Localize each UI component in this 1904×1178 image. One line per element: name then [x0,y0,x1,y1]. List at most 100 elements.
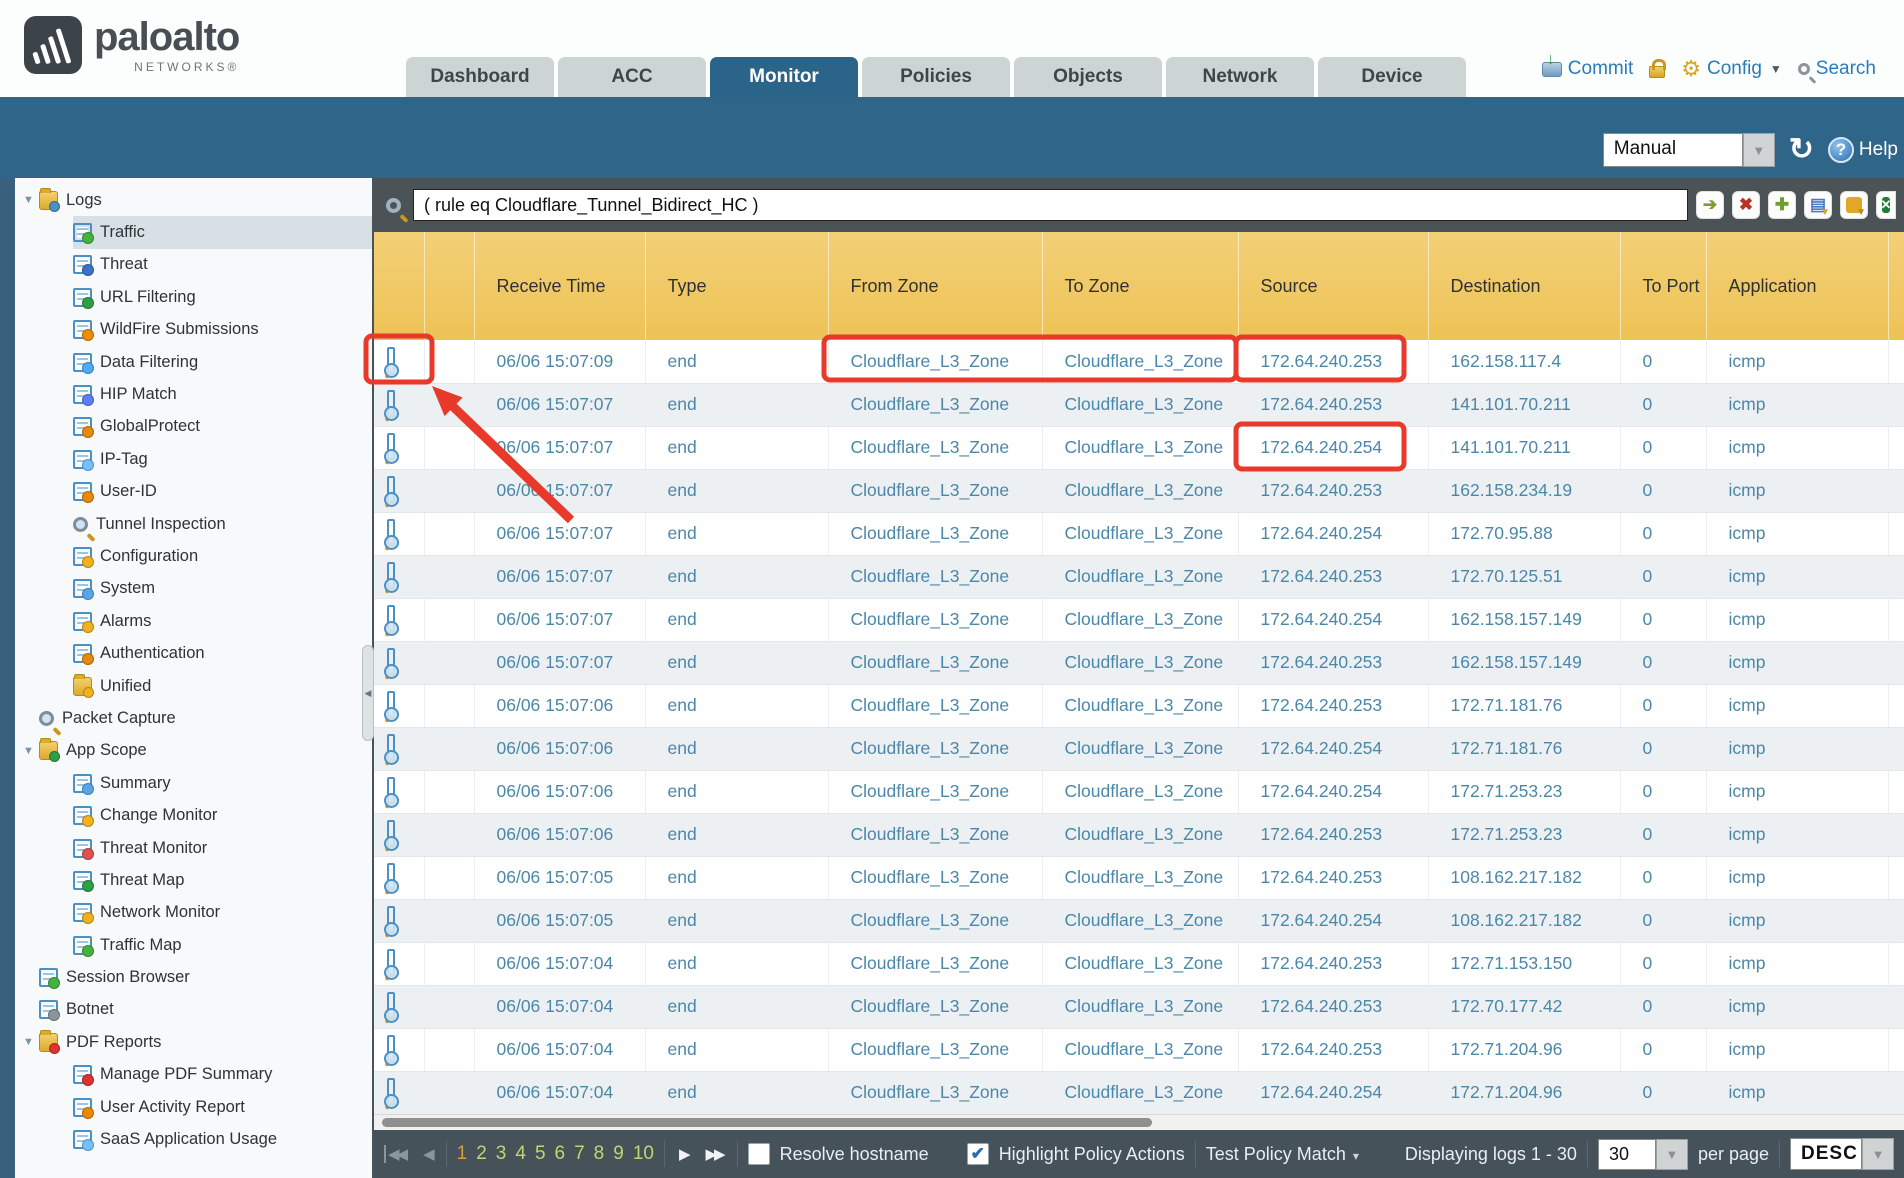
log-row[interactable]: 06/06 15:07:07endCloudflare_L3_ZoneCloud… [374,598,1904,641]
to-port-cell[interactable]: 0 [1620,770,1706,813]
blank-cell[interactable] [424,727,474,770]
column-header-a[interactable]: A [1888,232,1904,340]
to-port-cell[interactable]: 0 [1620,340,1706,383]
tab-acc[interactable]: ACC [558,57,706,97]
column-header-source[interactable]: Source [1238,232,1428,340]
expand-arrow-icon[interactable]: ▼ [23,194,39,206]
search-button[interactable]: Search [1798,58,1876,80]
to-port-cell[interactable]: 0 [1620,426,1706,469]
to-port-cell[interactable]: 0 [1620,985,1706,1028]
first-page-button[interactable]: ◀◀ [384,1145,409,1163]
tab-objects[interactable]: Objects [1014,57,1162,97]
from-zone-cell[interactable]: Cloudflare_L3_Zone [828,856,1042,899]
action-cell[interactable]: a [1888,856,1904,899]
sidebar-item-network-monitor[interactable]: Network Monitor [73,897,372,929]
action-cell[interactable]: a [1888,383,1904,426]
log-detail-icon[interactable] [387,562,395,590]
blank-cell[interactable] [424,985,474,1028]
sidebar-item-system[interactable]: System [73,573,372,605]
log-row[interactable]: 06/06 15:07:07endCloudflare_L3_ZoneCloud… [374,426,1904,469]
log-detail-icon[interactable] [387,734,395,762]
type-cell[interactable]: end [645,727,828,770]
source-cell[interactable]: 172.64.240.253 [1238,942,1428,985]
resolve-hostname-checkbox[interactable] [748,1143,770,1165]
apply-filter-button[interactable]: ➔ [1696,191,1724,219]
column-header-to-port[interactable]: To Port [1620,232,1706,340]
source-cell[interactable]: 172.64.240.254 [1238,899,1428,942]
to-port-cell[interactable]: 0 [1620,383,1706,426]
sidebar-item-user-id[interactable]: User-ID [73,476,372,508]
type-cell[interactable]: end [645,1028,828,1071]
tab-monitor[interactable]: Monitor [710,57,858,97]
action-cell[interactable]: a [1888,1071,1904,1114]
log-row[interactable]: 06/06 15:07:06endCloudflare_L3_ZoneCloud… [374,684,1904,727]
to-zone-cell[interactable]: Cloudflare_L3_Zone [1042,727,1238,770]
from-zone-cell[interactable]: Cloudflare_L3_Zone [828,340,1042,383]
receive-time-cell[interactable]: 06/06 15:07:04 [474,1071,645,1114]
source-cell[interactable]: 172.64.240.254 [1238,598,1428,641]
sidebar-item-configuration[interactable]: Configuration [73,540,372,572]
blank-cell[interactable] [424,641,474,684]
refresh-icon[interactable]: ↻ [1789,135,1814,165]
source-cell[interactable]: 172.64.240.254 [1238,727,1428,770]
destination-cell[interactable]: 162.158.157.149 [1428,598,1620,641]
blank-cell[interactable] [424,383,474,426]
application-cell[interactable]: icmp [1706,942,1888,985]
sidebar-item-summary[interactable]: Summary [73,767,372,799]
from-zone-cell[interactable]: Cloudflare_L3_Zone [828,512,1042,555]
from-zone-cell[interactable]: Cloudflare_L3_Zone [828,985,1042,1028]
to-zone-cell[interactable]: Cloudflare_L3_Zone [1042,555,1238,598]
to-port-cell[interactable]: 0 [1620,899,1706,942]
to-port-cell[interactable]: 0 [1620,641,1706,684]
log-detail-icon[interactable] [387,1035,395,1063]
log-detail-icon[interactable] [387,863,395,891]
action-cell[interactable]: a [1888,985,1904,1028]
receive-time-cell[interactable]: 06/06 15:07:06 [474,727,645,770]
sort-order-select[interactable]: DESC ▼ [1790,1138,1894,1170]
source-cell[interactable]: 172.64.240.254 [1238,426,1428,469]
action-cell[interactable]: a [1888,340,1904,383]
source-cell[interactable]: 172.64.240.253 [1238,1028,1428,1071]
receive-time-cell[interactable]: 06/06 15:07:09 [474,340,645,383]
type-cell[interactable]: end [645,383,828,426]
application-cell[interactable]: icmp [1706,512,1888,555]
application-cell[interactable]: icmp [1706,426,1888,469]
to-zone-cell[interactable]: Cloudflare_L3_Zone [1042,340,1238,383]
action-cell[interactable]: a [1888,942,1904,985]
sidebar-item-traffic[interactable]: Traffic [73,216,372,248]
from-zone-cell[interactable]: Cloudflare_L3_Zone [828,684,1042,727]
receive-time-cell[interactable]: 06/06 15:07:05 [474,856,645,899]
sidebar-item-logs[interactable]: ▼Logs [15,184,372,216]
destination-cell[interactable]: 162.158.234.19 [1428,469,1620,512]
to-zone-cell[interactable]: Cloudflare_L3_Zone [1042,942,1238,985]
destination-cell[interactable]: 172.70.177.42 [1428,985,1620,1028]
to-zone-cell[interactable]: Cloudflare_L3_Zone [1042,770,1238,813]
column-header-blank[interactable] [374,232,424,340]
filter-builder-button[interactable]: ▤▼ [1804,191,1832,219]
source-cell[interactable]: 172.64.240.253 [1238,383,1428,426]
chevron-down-icon[interactable]: ▼ [1862,1138,1894,1170]
sidebar-item-manage-pdf-summary[interactable]: Manage PDF Summary [73,1059,372,1091]
horizontal-scrollbar[interactable] [374,1114,1904,1130]
page-number-8[interactable]: 8 [594,1143,605,1165]
log-row[interactable]: 06/06 15:07:06endCloudflare_L3_ZoneCloud… [374,813,1904,856]
receive-time-cell[interactable]: 06/06 15:07:06 [474,770,645,813]
application-cell[interactable]: icmp [1706,340,1888,383]
log-row[interactable]: 06/06 15:07:06endCloudflare_L3_ZoneCloud… [374,727,1904,770]
log-row[interactable]: 06/06 15:07:05endCloudflare_L3_ZoneCloud… [374,899,1904,942]
to-port-cell[interactable]: 0 [1620,598,1706,641]
type-cell[interactable]: end [645,641,828,684]
tab-policies[interactable]: Policies [862,57,1010,97]
highlight-policy-actions-checkbox[interactable]: ✔ [967,1143,989,1165]
sidebar-item-botnet[interactable]: Botnet [15,994,372,1026]
page-number-2[interactable]: 2 [476,1143,487,1165]
source-cell[interactable]: 172.64.240.253 [1238,856,1428,899]
to-zone-cell[interactable]: Cloudflare_L3_Zone [1042,469,1238,512]
to-port-cell[interactable]: 0 [1620,942,1706,985]
previous-page-button[interactable]: ◀ [419,1145,436,1163]
action-cell[interactable]: a [1888,1028,1904,1071]
type-cell[interactable]: end [645,856,828,899]
to-port-cell[interactable]: 0 [1620,727,1706,770]
page-number-6[interactable]: 6 [555,1143,566,1165]
application-cell[interactable]: icmp [1706,770,1888,813]
